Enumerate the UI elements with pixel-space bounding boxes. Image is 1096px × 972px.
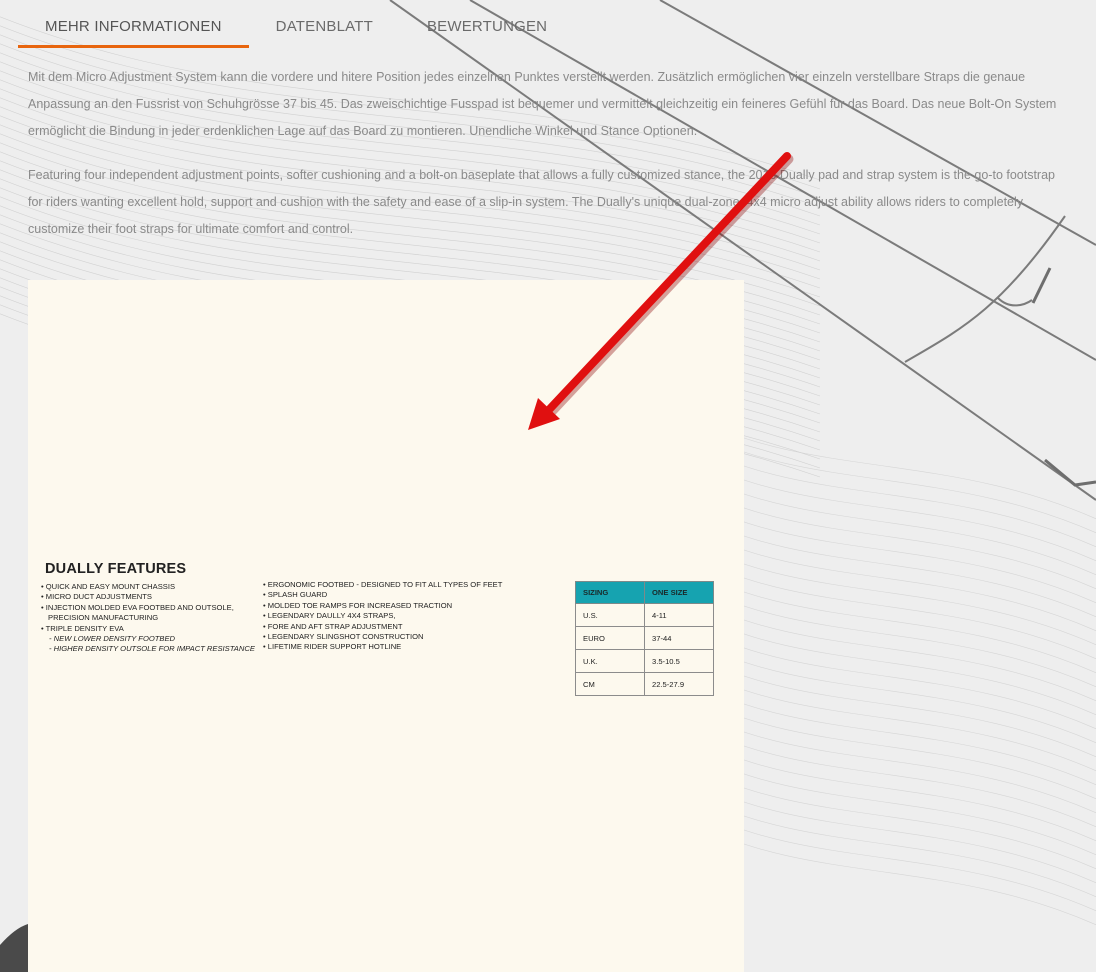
feature-item: • MICRO DUCT ADJUSTMENTS [41,592,152,602]
background-line [699,643,1096,744]
background-shape [0,924,28,972]
background-line [699,657,1096,758]
feature-item: • MOLDED TOE RAMPS FOR INCREASED TRACTIO… [263,600,453,610]
feature-item: • INJECTION MOLDED EVA FOOTBED AND OUTSO… [41,602,234,612]
sizing-table-cell: 22.5-27.9 [644,672,714,696]
sizing-table: SIZING ONE SIZE U.S. 4-11 EURO 37-44 U.K. 3.5… [575,581,714,696]
sizing-table-cell: 3.5-10.5 [644,649,714,673]
background-line [699,699,1096,800]
background-line [699,531,1096,632]
background-line [699,783,1096,884]
product-spec-sheet-image: DUALLY FEATURES • QUICK AND EASY MOUNT C… [28,280,744,972]
sizing-table-cell: 4-11 [644,603,714,627]
description-english: Featuring four independent adjustment po… [28,168,1056,236]
feature-item: • LIFETIME RIDER SUPPORT HOTLINE [263,642,402,652]
background-line [699,503,1096,604]
background-line [699,601,1096,702]
sizing-table-cell: U.K. [575,649,645,673]
background-line [699,685,1096,786]
tab-bewertungen[interactable]: BEWERTUNGEN [400,0,574,48]
background-line [699,573,1096,674]
background-line [699,447,1096,548]
sizing-table-cell: CM [575,672,645,696]
sizing-table-cell: U.S. [575,603,645,627]
feature-item: • ERGONOMIC FOOTBED - DESIGNED TO FIT AL… [263,580,503,589]
sizing-table-cell: 37-44 [644,626,714,650]
background-line [699,811,1096,912]
feature-item: - HIGHER DENSITY OUTSOLE FOR IMPACT RESI… [49,644,255,654]
sizing-table-row: U.S. 4-11 [575,603,714,627]
background-line [699,545,1096,646]
sizing-table-row: EURO 37-44 [575,626,714,650]
features-column-2: • ERGONOMIC FOOTBED - DESIGNED TO FIT AL… [263,580,502,653]
feature-item: • TRIPLE DENSITY EVA [41,623,124,633]
background-line [997,297,1033,307]
background-line [699,587,1096,688]
background-line [699,615,1096,716]
background-line [699,559,1096,660]
sizing-table-row: CM 22.5-27.9 [575,672,714,696]
tab-bar: MEHR INFORMATIONEN DATENBLATT BEWERTUNGE… [18,0,574,48]
features-column-1: • QUICK AND EASY MOUNT CHASSIS • MICRO DU… [41,582,255,655]
background-line [699,727,1096,828]
background-line [699,517,1096,618]
background-line [699,825,1096,926]
background-line [699,755,1096,856]
feature-item: • LEGENDARY SLINGSHOT CONSTRUCTION [263,632,424,642]
background-line [699,461,1096,562]
background-line [699,671,1096,772]
background-line [699,489,1096,590]
feature-item: • SPLASH GUARD [263,590,328,600]
sizing-table-row: U.K. 3.5-10.5 [575,649,714,673]
tab-datenblatt[interactable]: DATENBLATT [249,0,400,48]
background-line [1044,458,1096,487]
background-line [699,419,1096,520]
feature-item: • LEGENDARY DAULLY 4X4 STRAPS, [263,611,396,621]
background-line [699,741,1096,842]
sizing-header-cell: ONE SIZE [644,581,714,604]
sizing-table-header-row: SIZING ONE SIZE [575,581,714,604]
background-line [699,797,1096,898]
tab-mehr-informationen[interactable]: MEHR INFORMATIONEN [18,0,249,48]
sizing-table-cell: EURO [575,626,645,650]
background-line [699,713,1096,814]
background-line [699,433,1096,534]
features-title: DUALLY FEATURES [45,561,187,577]
feature-item: PRECISION MANUFACTURING [48,613,159,623]
description-text: Mit dem Micro Adjustment System kann die… [28,64,1068,243]
background-line [699,629,1096,730]
feature-item: • FORE AND AFT STRAP ADJUSTMENT [263,621,403,631]
feature-item: - NEW LOWER DENSITY FOOTBED [49,634,176,644]
feature-item: • QUICK AND EASY MOUNT CHASSIS [41,582,176,591]
background-line [699,475,1096,576]
sizing-header-cell: SIZING [575,581,645,604]
background-line [1031,267,1052,304]
background-line [699,769,1096,870]
description-german: Mit dem Micro Adjustment System kann die… [28,70,1057,138]
